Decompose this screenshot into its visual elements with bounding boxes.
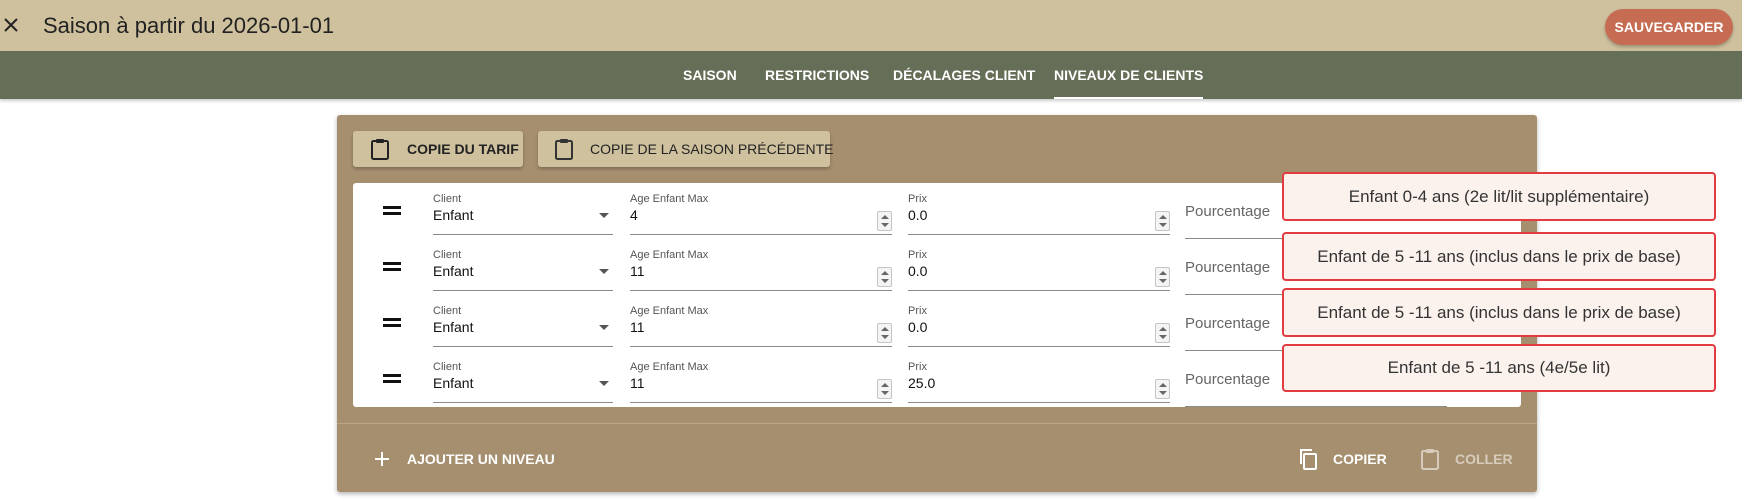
stepper-icon[interactable] xyxy=(1155,323,1170,343)
price-label: Prix xyxy=(908,193,927,205)
copy-label: COPIER xyxy=(1333,451,1387,467)
percentage-placeholder: Pourcentage xyxy=(1185,259,1271,276)
percentage-placeholder: Pourcentage xyxy=(1185,315,1271,332)
age-max-input[interactable]: Age Enfant Max 11 xyxy=(630,249,892,291)
chevron-down-icon[interactable] xyxy=(599,325,609,330)
copy-rate-label: COPIE DU TARIF xyxy=(407,141,519,157)
stepper-icon[interactable] xyxy=(1155,379,1170,399)
chevron-down-icon[interactable] xyxy=(599,269,609,274)
price-value: 0.0 xyxy=(908,207,928,223)
top-bar: Saison à partir du 2026-01-01 SAUVEGARDE… xyxy=(0,0,1742,51)
client-select[interactable]: Client Enfant xyxy=(433,249,613,291)
close-icon xyxy=(4,18,18,32)
age-max-value: 11 xyxy=(630,319,645,335)
age-max-value: 11 xyxy=(630,375,645,391)
drag-handle-icon[interactable] xyxy=(383,374,401,384)
age-max-label: Age Enfant Max xyxy=(630,361,709,373)
client-select[interactable]: Client Enfant xyxy=(433,361,613,403)
percentage-placeholder: Pourcentage xyxy=(1185,203,1271,220)
price-input[interactable]: Prix 25.0 xyxy=(908,361,1170,403)
tab-decalages-client[interactable]: DÉCALAGES CLIENT xyxy=(893,51,1035,99)
client-label: Client xyxy=(433,249,462,261)
stepper-icon[interactable] xyxy=(1155,267,1170,287)
client-label: Client xyxy=(433,361,462,373)
stepper-icon[interactable] xyxy=(877,379,892,399)
page-title: Saison à partir du 2026-01-01 xyxy=(43,13,335,38)
client-select[interactable]: Client Enfant xyxy=(433,193,613,235)
copy-icon xyxy=(1297,448,1319,470)
price-label: Prix xyxy=(908,249,927,261)
copy-previous-season-label: COPIE DE LA SAISON PRÉCÉDENTE xyxy=(590,141,834,157)
copy-button[interactable]: COPIER xyxy=(1297,441,1387,477)
price-input[interactable]: Prix 0.0 xyxy=(908,305,1170,347)
client-label: Client xyxy=(433,193,462,205)
age-max-value: 4 xyxy=(630,207,638,223)
age-max-label: Age Enfant Max xyxy=(630,249,709,261)
clipboard-icon xyxy=(1419,448,1441,470)
paste-button[interactable]: COLLER xyxy=(1419,441,1513,477)
age-max-label: Age Enfant Max xyxy=(630,193,709,205)
clipboard-icon xyxy=(554,138,574,160)
copy-rate-button[interactable]: COPIE DU TARIF xyxy=(353,131,523,167)
divider xyxy=(337,423,1537,424)
drag-handle-icon[interactable] xyxy=(383,206,401,216)
percentage-placeholder: Pourcentage xyxy=(1185,371,1271,388)
chevron-down-icon[interactable] xyxy=(599,213,609,218)
client-select[interactable]: Client Enfant xyxy=(433,305,613,347)
chevron-down-icon[interactable] xyxy=(599,381,609,386)
add-level-button[interactable]: AJOUTER UN NIVEAU xyxy=(371,441,555,477)
add-level-label: AJOUTER UN NIVEAU xyxy=(407,451,555,467)
price-label: Prix xyxy=(908,361,927,373)
client-value: Enfant xyxy=(433,319,474,335)
annotation-note: Enfant de 5 -11 ans (4e/5e lit) xyxy=(1282,344,1716,392)
price-value: 0.0 xyxy=(908,263,928,279)
paste-label: COLLER xyxy=(1455,451,1513,467)
client-value: Enfant xyxy=(433,263,474,279)
tab-niveaux-de-clients[interactable]: NIVEAUX DE CLIENTS xyxy=(1054,51,1204,99)
stepper-icon[interactable] xyxy=(877,211,892,231)
age-max-input[interactable]: Age Enfant Max 11 xyxy=(630,305,892,347)
client-label: Client xyxy=(433,305,462,317)
annotation-note: Enfant de 5 -11 ans (inclus dans le prix… xyxy=(1282,288,1716,337)
stepper-icon[interactable] xyxy=(1155,211,1170,231)
drag-handle-icon[interactable] xyxy=(383,318,401,328)
age-max-input[interactable]: Age Enfant Max 11 xyxy=(630,361,892,403)
tab-saison[interactable]: SAISON xyxy=(683,51,737,99)
plus-icon xyxy=(371,448,393,470)
client-value: Enfant xyxy=(433,207,474,223)
age-max-value: 11 xyxy=(630,263,645,279)
tab-bar: SAISON RESTRICTIONS DÉCALAGES CLIENT NIV… xyxy=(0,51,1742,99)
annotation-note: Enfant 0-4 ans (2e lit/lit supplémentair… xyxy=(1282,172,1716,221)
stepper-icon[interactable] xyxy=(877,267,892,287)
price-value: 25.0 xyxy=(908,375,936,391)
close-button[interactable] xyxy=(0,8,22,42)
save-button[interactable]: SAUVEGARDER xyxy=(1605,9,1733,45)
stepper-icon[interactable] xyxy=(877,323,892,343)
tab-restrictions[interactable]: RESTRICTIONS xyxy=(765,51,869,99)
price-input[interactable]: Prix 0.0 xyxy=(908,249,1170,291)
drag-handle-icon[interactable] xyxy=(383,262,401,272)
client-value: Enfant xyxy=(433,375,474,391)
clipboard-icon xyxy=(369,138,391,160)
annotation-note: Enfant de 5 -11 ans (inclus dans le prix… xyxy=(1282,232,1716,281)
age-max-input[interactable]: Age Enfant Max 4 xyxy=(630,193,892,235)
price-value: 0.0 xyxy=(908,319,928,335)
age-max-label: Age Enfant Max xyxy=(630,305,709,317)
price-label: Prix xyxy=(908,305,927,317)
copy-previous-season-button[interactable]: COPIE DE LA SAISON PRÉCÉDENTE xyxy=(538,131,834,167)
price-input[interactable]: Prix 0.0 xyxy=(908,193,1170,235)
